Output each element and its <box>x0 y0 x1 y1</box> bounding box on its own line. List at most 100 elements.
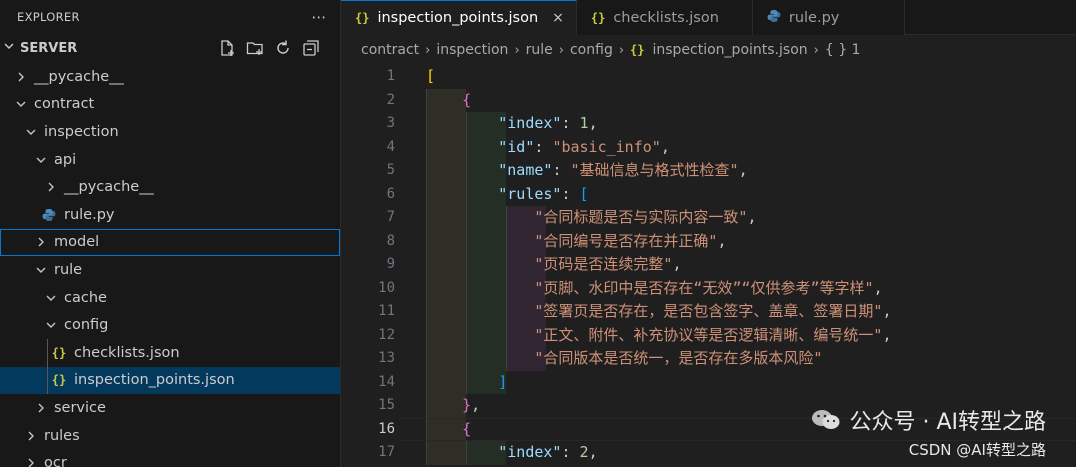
code-text: "合同标题是否与实际内容一致", <box>426 206 756 230</box>
breadcrumb-symbol[interactable]: { } 1 <box>825 42 861 58</box>
breadcrumb-item[interactable]: rule <box>526 42 553 58</box>
tree-item-label: rule.py <box>64 206 115 223</box>
tree-folder-contract[interactable]: contract <box>0 91 340 119</box>
line-number: 15 <box>378 397 395 413</box>
breadcrumb-item[interactable]: inspection <box>436 42 508 58</box>
line-number: 11 <box>378 303 395 319</box>
explorer-header: EXPLORER ⋯ <box>0 0 340 33</box>
code-token: , <box>873 278 883 297</box>
tree-folder-inspection[interactable]: inspection <box>0 118 340 146</box>
code-token: , <box>588 443 598 461</box>
code-line[interactable]: 3 "index": 1, <box>341 112 1076 136</box>
code-token: "basic_info" <box>552 137 661 156</box>
line-number: 3 <box>386 115 395 131</box>
refresh-icon[interactable] <box>274 39 292 57</box>
code-line[interactable]: 8 "合同编号是否存在并正确", <box>341 229 1076 253</box>
indent-guide <box>47 366 48 395</box>
code-token: 1 <box>579 114 589 132</box>
code-text: }, <box>426 394 480 418</box>
new-folder-icon[interactable] <box>246 39 264 57</box>
tab-bar-filler <box>904 0 1076 35</box>
code-text: [ <box>426 65 435 89</box>
code-token: : <box>552 161 571 179</box>
code-token: 2 <box>579 443 589 461</box>
tree-item-label: rules <box>44 427 80 444</box>
code-token: , <box>660 137 670 156</box>
tree-item-label: model <box>54 234 100 251</box>
breadcrumb-item[interactable]: contract <box>361 42 419 58</box>
code-line[interactable]: 5 "name": "基础信息与格式性检查", <box>341 159 1076 183</box>
breadcrumb-file[interactable]: inspection_points.json <box>652 42 807 58</box>
tree-folder-rules[interactable]: rules <box>0 422 340 450</box>
tree-file-rule-py[interactable]: rule.py <box>0 201 340 229</box>
tree-folder-api-pycache[interactable]: __pycache__ <box>0 173 340 201</box>
code-text: "页码是否连续完整", <box>426 253 681 277</box>
code-line[interactable]: 11 "签署页是否存在，是否包含签字、盖章、签署日期", <box>341 300 1076 324</box>
code-token: : <box>534 137 553 156</box>
code-token: : <box>561 443 580 461</box>
code-line[interactable]: 12 "正文、附件、补充协议等是否逻辑清晰、编号统一", <box>341 323 1076 348</box>
tree-file-inspection-points-json[interactable]: {} inspection_points.json <box>0 366 340 395</box>
code-token: "页脚、水印中是否存在“无效”“仅供参考”等字样" <box>534 278 874 297</box>
tab-checklists-json[interactable]: {} checklists.json <box>577 0 753 35</box>
chevron-down-icon <box>44 320 58 330</box>
code-token: , <box>747 208 757 226</box>
code-token: "index" <box>498 443 562 461</box>
tree-folder-api[interactable]: api <box>0 146 340 174</box>
tree-folder-pycache[interactable]: __pycache__ <box>0 63 340 91</box>
tree-item-label: inspection_points.json <box>74 372 235 389</box>
tree-file-checklists-json[interactable]: {} checklists.json <box>0 338 340 367</box>
breadcrumb-item[interactable]: config <box>570 42 613 58</box>
code-token: } <box>462 396 472 414</box>
code-text: "正文、附件、补充协议等是否逻辑清晰、编号统一", <box>426 324 891 348</box>
code-line[interactable]: 2 { <box>341 88 1076 112</box>
code-token: , <box>738 161 748 179</box>
code-line[interactable]: 1[ <box>341 65 1076 89</box>
tree-item-label: ocr <box>44 455 67 467</box>
code-token: "基础信息与格式性检查" <box>570 161 739 179</box>
code-line[interactable]: 4 "id": "basic_info", <box>341 135 1076 159</box>
tree-folder-model[interactable]: model <box>0 228 340 257</box>
tab-rule-py[interactable]: rule.py <box>753 0 905 35</box>
tree-folder-ocr[interactable]: ocr <box>0 449 340 467</box>
json-braces-icon: {} <box>51 345 67 360</box>
chevron-right-icon <box>24 457 38 467</box>
close-icon[interactable]: × <box>552 10 564 26</box>
code-token: , <box>882 302 892 320</box>
code-line[interactable]: 10 "页脚、水印中是否存在“无效”“仅供参考”等字样", <box>341 276 1076 300</box>
collapse-all-icon[interactable] <box>302 39 320 57</box>
chevron-right-icon <box>24 430 38 442</box>
tree-folder-rule[interactable]: rule <box>0 256 340 284</box>
code-line[interactable]: 9 "页码是否连续完整", <box>341 253 1076 277</box>
code-line[interactable]: 6 "rules": [ <box>341 182 1076 206</box>
code-token: : <box>561 184 580 203</box>
workspace-root[interactable]: SERVER <box>0 33 340 63</box>
tree-item-label: api <box>54 151 77 168</box>
chevron-right-icon <box>44 181 58 193</box>
tree-folder-cache[interactable]: cache <box>0 284 340 312</box>
ellipsis-icon[interactable]: ⋯ <box>304 8 334 26</box>
line-number: 5 <box>386 162 395 178</box>
breadcrumb: contract › inspection › rule › config › … <box>341 35 1076 65</box>
code-line[interactable]: 7 "合同标题是否与实际内容一致", <box>341 206 1076 230</box>
code-line[interactable]: 14 ] <box>341 370 1076 394</box>
code-line[interactable]: 13 "合同版本是否统一，是否存在多版本风险" <box>341 347 1076 371</box>
editor-tabs: {} inspection_points.json × {} checklist… <box>341 0 1076 35</box>
tree-folder-config[interactable]: config <box>0 311 340 339</box>
python-icon <box>40 208 58 222</box>
root-actions <box>218 39 320 57</box>
code-token: , <box>717 231 727 250</box>
new-file-icon[interactable] <box>218 39 236 57</box>
tree-folder-service[interactable]: service <box>0 394 340 422</box>
code-token: , <box>882 325 892 344</box>
tab-inspection-points-json[interactable]: {} inspection_points.json × <box>341 0 577 35</box>
workspace-root-label: SERVER <box>20 40 78 56</box>
code-token: "合同版本是否统一，是否存在多版本风险" <box>534 349 823 367</box>
code-token: , <box>588 114 598 132</box>
